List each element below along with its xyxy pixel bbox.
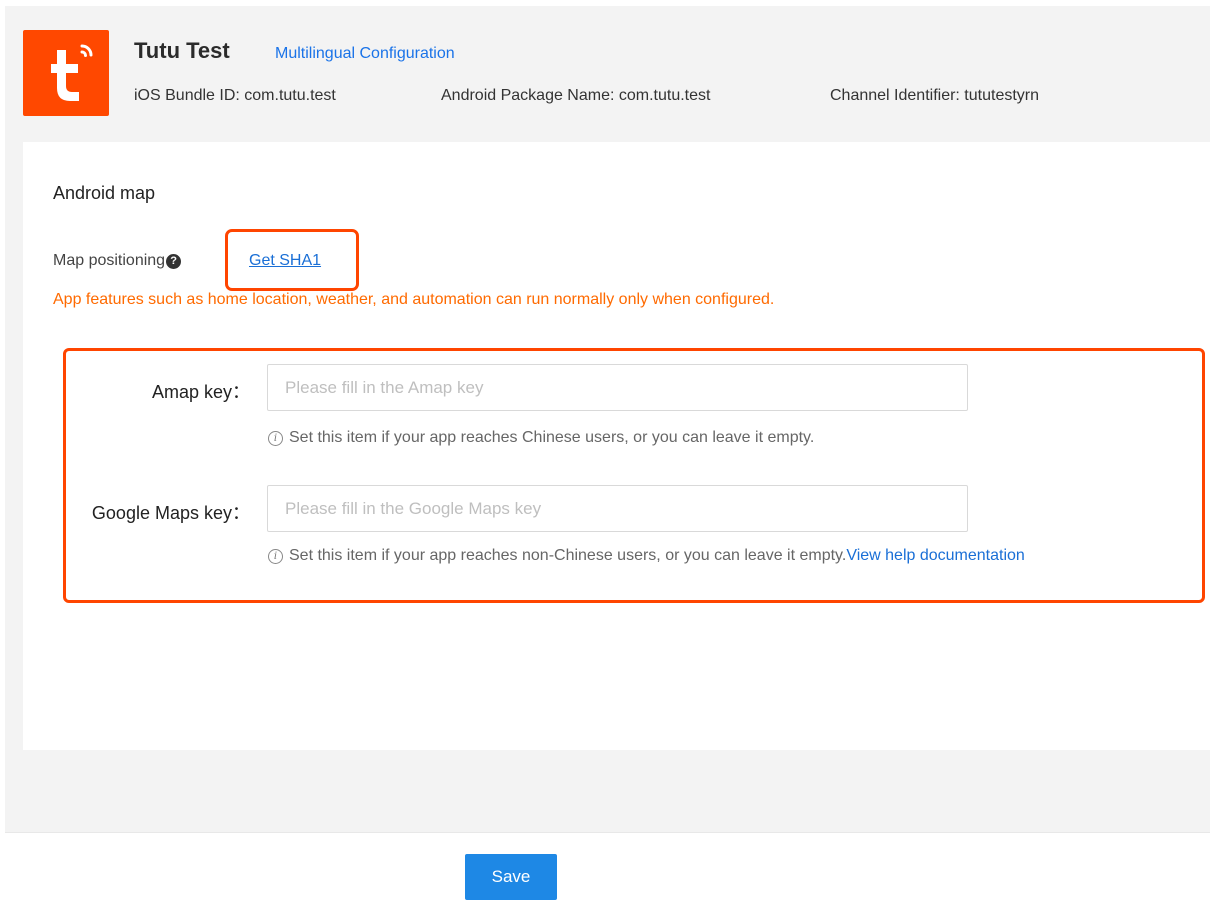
ios-bundle-id: iOS Bundle ID: com.tutu.test xyxy=(134,87,336,104)
google-hint-text: Set this item if your app reaches non-Ch… xyxy=(289,547,847,564)
map-positioning-label: Map positioning ? xyxy=(53,252,182,270)
app-logo-icon xyxy=(23,30,109,116)
info-circle-icon: i xyxy=(268,430,283,446)
amap-key-label: Amap key： xyxy=(151,382,250,402)
app-name: Tutu Test xyxy=(134,38,230,63)
footer-divider xyxy=(5,832,1210,833)
view-help-documentation-link[interactable]: View help documentation xyxy=(846,547,1025,565)
google-maps-key-label: Google Maps key： xyxy=(91,503,250,523)
map-positioning-text: Map positioning xyxy=(53,252,166,269)
save-button[interactable]: Save xyxy=(465,854,557,900)
configuration-warning: App features such as home location, weat… xyxy=(53,291,775,308)
info-circle-icon: i xyxy=(268,548,283,564)
question-circle-icon[interactable]: ? xyxy=(166,253,182,269)
channel-identifier: Channel Identifier: tututestyrn xyxy=(830,87,1040,104)
multilingual-configuration-link[interactable]: Multilingual Configuration xyxy=(275,45,455,63)
amap-key-hint: i Set this item if your app reaches Chin… xyxy=(268,429,814,447)
get-sha1-link[interactable]: Get SHA1 xyxy=(249,252,321,270)
amap-key-input[interactable] xyxy=(267,364,968,411)
android-package-name: Android Package Name: com.tutu.test xyxy=(441,87,711,104)
google-maps-key-input[interactable] xyxy=(267,485,968,532)
google-maps-key-hint: i Set this item if your app reaches non-… xyxy=(268,547,1025,565)
amap-hint-text: Set this item if your app reaches Chines… xyxy=(289,429,815,446)
section-title: Android map xyxy=(53,183,156,203)
tuya-smart-logo-icon xyxy=(51,44,93,101)
